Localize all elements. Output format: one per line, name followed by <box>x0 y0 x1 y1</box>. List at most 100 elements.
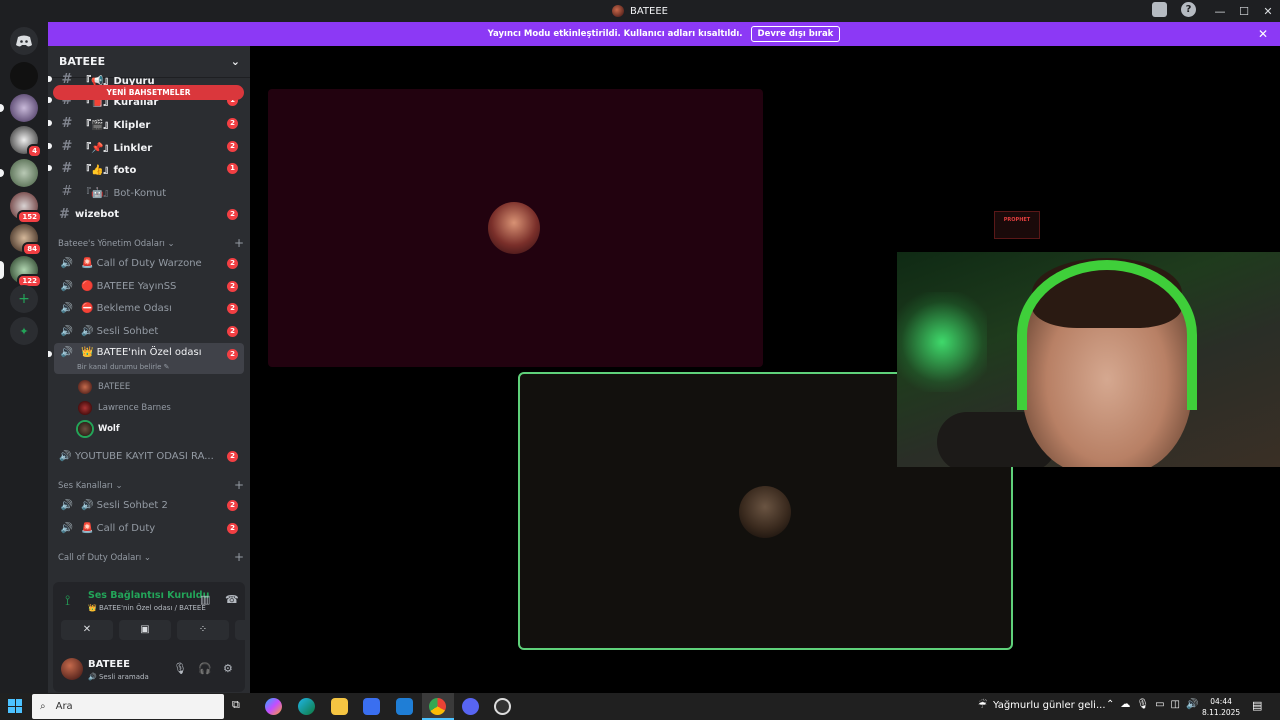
webcam-overlay <box>897 252 1280 467</box>
inbox-icon[interactable] <box>1152 2 1167 17</box>
server-mention-badge: 152 <box>17 210 42 224</box>
server-icon-4[interactable] <box>0 159 38 187</box>
text-channel-icon: # <box>61 115 73 131</box>
windows-start-button[interactable] <box>8 699 22 713</box>
voice-channel-icon: 🔊 <box>60 325 74 337</box>
disconnect-icon[interactable]: ☎ <box>225 593 239 606</box>
discord-home-button[interactable] <box>10 27 38 55</box>
new-mentions-pill[interactable]: YENİ BAHSETMELER <box>53 85 244 100</box>
close-banner-icon[interactable]: ✕ <box>1258 27 1268 41</box>
screen-share-button[interactable]: ▣ <box>119 620 171 640</box>
category-voice[interactable]: Ses Kanalları ⌄ + <box>58 479 244 491</box>
voice-channel-icon: 🔊 <box>60 280 74 292</box>
participant-tile[interactable] <box>268 89 763 367</box>
category-label: Ses Kanalları ⌄ <box>58 481 123 491</box>
search-icon: ⌕ <box>40 701 46 712</box>
settings-gear-icon[interactable]: ⚙ <box>223 662 233 675</box>
user-name[interactable]: BATEEE <box>88 659 130 670</box>
disable-streamer-mode-button[interactable]: Devre dışı bırak <box>750 26 841 42</box>
file-explorer-icon[interactable] <box>331 698 348 715</box>
tray-chevron-icon[interactable]: ⌃ <box>1106 699 1114 710</box>
discord-app-icon[interactable] <box>462 698 479 715</box>
obs-icon[interactable] <box>494 698 511 715</box>
mail-icon[interactable] <box>396 698 413 715</box>
voice-user[interactable]: Lawrence Barnes <box>78 398 171 417</box>
unread-indicator <box>48 165 52 171</box>
voice-status-title[interactable]: Ses Bağlantısı Kuruldu <box>88 590 209 601</box>
microphone-icon[interactable]: 🎙 <box>173 662 187 675</box>
channel-label: 『📌』Linkler <box>81 142 153 154</box>
add-channel-icon[interactable]: + <box>234 551 244 563</box>
add-channel-icon[interactable]: + <box>234 479 244 491</box>
voice-user-speaking[interactable]: Wolf <box>78 419 120 438</box>
cloud-icon[interactable]: ☁ <box>1120 699 1130 710</box>
window-title-text: BATEEE <box>630 5 668 17</box>
copilot-icon[interactable] <box>265 698 282 715</box>
server-icon-3[interactable]: 4 <box>10 126 42 158</box>
channel-label: 『🎬』Klipler <box>81 119 151 131</box>
server-unread-pill <box>0 104 4 112</box>
task-view-icon[interactable]: ⧉ <box>232 698 249 715</box>
category-cod[interactable]: Call of Duty Odaları ⌄ + <box>58 551 244 563</box>
edge-icon[interactable] <box>298 698 315 715</box>
activities-button[interactable]: ⁘ <box>177 620 229 640</box>
voice-channel-warzone[interactable]: 🔊 🚨 Call of Duty Warzone 2 <box>54 252 244 274</box>
close-window-button[interactable]: ✕ <box>1256 5 1280 18</box>
voice-connection-panel: ⟟ Ses Bağlantısı Kuruldu 👑 BATEE'nin Öze… <box>53 582 287 692</box>
network-icon[interactable]: ◫ <box>1171 699 1180 710</box>
voice-channel-bekleme[interactable]: 🔊 ⛔ Bekleme Odası 2 <box>54 297 244 319</box>
channel-klipler[interactable]: # 『🎬』Klipler 2 <box>48 112 244 134</box>
channel-wizebot[interactable]: # wizebot 2 <box>54 203 244 225</box>
camera-off-button[interactable]: ✕ <box>61 620 113 640</box>
signal-icon[interactable]: ⟟ <box>65 593 70 609</box>
plus-icon: + <box>18 291 30 307</box>
voice-channel-sesli-sohbet-2[interactable]: 🔊 🔊 Sesli Sohbet 2 2 <box>54 494 244 516</box>
add-server-button[interactable]: + <box>10 285 38 313</box>
server-icon-6[interactable]: 84 <box>10 224 42 256</box>
server-icon-5[interactable]: 152 <box>10 192 42 224</box>
stream-logo-overlay: PROPHET <box>994 211 1040 239</box>
store-icon[interactable] <box>363 698 380 715</box>
channel-bot-komut[interactable]: # 『🤖』Bot-Komut <box>54 180 244 202</box>
unread-indicator <box>48 351 52 357</box>
minimize-button[interactable]: — <box>1208 5 1232 18</box>
voice-channel-call-of-duty[interactable]: 🔊 🚨 Call of Duty 2 <box>54 517 244 539</box>
server-unread-pill <box>0 169 4 177</box>
add-channel-icon[interactable]: + <box>234 237 244 249</box>
chevron-down-icon: ⌄ <box>230 55 240 68</box>
set-channel-status[interactable]: Bir kanal durumu belirle ✎ <box>77 363 170 371</box>
weather-widget[interactable]: ☔ Yağmurlu günler geli... <box>978 700 1106 711</box>
channel-label: 👑 BATEE'nin Özel odası <box>81 347 202 358</box>
channel-linkler[interactable]: # 『📌』Linkler 2 <box>48 135 244 157</box>
maximize-button[interactable]: ☐ <box>1232 5 1256 18</box>
mention-badge: 2 <box>227 326 238 337</box>
help-icon[interactable]: ? <box>1181 2 1196 17</box>
volume-icon[interactable]: 🔊 <box>1186 699 1198 710</box>
server-icon-2[interactable] <box>0 94 38 122</box>
chrome-icon[interactable] <box>429 698 446 715</box>
taskbar-clock[interactable]: 04:44 8.11.2025 <box>1202 696 1240 718</box>
battery-icon[interactable]: ▭ <box>1155 699 1164 710</box>
avatar[interactable] <box>61 658 83 680</box>
voice-channel-yayinss[interactable]: 🔊 🔴 BATEEE YayınSS 2 <box>54 275 244 297</box>
headphones-icon[interactable]: 🎧 <box>198 662 212 675</box>
window-title: BATEEE <box>612 5 668 17</box>
server-icon-active[interactable]: 122 <box>0 256 42 288</box>
voice-channel-path[interactable]: 👑 BATEE'nin Özel odası / BATEEE <box>88 604 206 612</box>
user-status: 🔊 Sesli aramada <box>88 673 149 681</box>
mention-badge: 2 <box>227 258 238 269</box>
channel-label: ⛔ Bekleme Odası <box>81 302 172 314</box>
category-admin[interactable]: Bateee's Yönetim Odaları ⌄ + <box>58 237 244 249</box>
server-icon-1[interactable] <box>10 62 38 90</box>
voice-channel-icon: 🔊 <box>60 522 74 534</box>
explore-servers-button[interactable]: ✦ <box>10 317 38 345</box>
taskbar-search[interactable]: ⌕ Ara <box>32 694 224 719</box>
voice-user[interactable]: BATEEE <box>78 377 130 396</box>
noise-suppression-icon[interactable]: ▥ <box>200 593 210 606</box>
notification-icon[interactable]: ▤ <box>1252 699 1262 712</box>
voice-channel-youtube[interactable]: 🔊 YOUTUBE KAYIT ODASI RA... 2 <box>54 445 244 467</box>
channel-foto[interactable]: # 『👍』foto 1 <box>48 157 244 179</box>
mic-tray-icon[interactable]: 🎙 <box>1136 699 1149 710</box>
voice-channel-sesli-sohbet[interactable]: 🔊 🔊 Sesli Sohbet 2 <box>54 320 244 342</box>
logo-text: PROPHET <box>1003 217 1031 223</box>
